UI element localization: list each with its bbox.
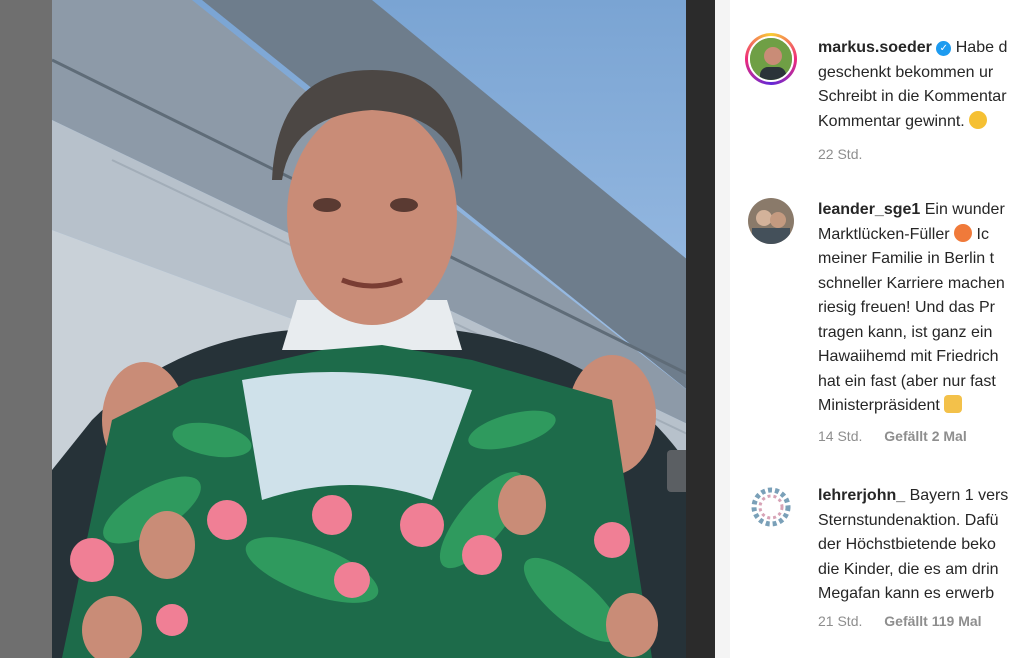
post-caption: markus.soeder ✓ Habe d geschenkt bekomme… <box>745 33 1024 176</box>
comment-item: lehrerjohn_ Bayern 1 vers Sternstundenak… <box>748 484 1024 644</box>
caption-line-4: Kommentar gewinnt. <box>818 112 965 130</box>
caption-text: markus.soeder ✓ Habe d geschenkt bekomme… <box>818 36 1024 134</box>
comment-line-3: meiner Familie in Berlin t <box>818 250 995 267</box>
heart-eyes-emoji-icon <box>954 223 973 242</box>
verified-badge-icon: ✓ <box>936 41 952 56</box>
comment-text: lehrerjohn_ Bayern 1 vers Sternstundenak… <box>818 484 1024 607</box>
beer-emoji-icon <box>944 395 963 413</box>
comment-likes[interactable]: Gefällt 119 Mal <box>884 613 981 629</box>
photo-illustration <box>52 0 700 658</box>
comment-line-9: Ministerpräsident <box>818 397 940 414</box>
avatar-lehrerjohn[interactable] <box>748 484 794 530</box>
avatar-photo-icon <box>748 198 794 244</box>
comment-meta: 14 Std. Gefällt 2 Mal <box>818 428 967 444</box>
comment-line-1: Ein wunder <box>924 201 1005 218</box>
post-photo[interactable] <box>52 0 700 658</box>
panel-gutter <box>715 0 730 658</box>
avatar-leander-sge1[interactable] <box>748 198 794 244</box>
caption-line-2: geschenkt bekommen ur <box>818 63 994 81</box>
comment-text: leander_sge1 Ein wunder Marktlücken-Füll… <box>818 198 1024 419</box>
comment-username[interactable]: leander_sge1 <box>818 201 920 218</box>
comment-line-1: Bayern 1 vers <box>909 487 1009 504</box>
comment-line-8: hat ein fast (aber nur fast <box>818 372 996 390</box>
caption-username[interactable]: markus.soeder <box>818 39 932 56</box>
avatar-wreath-icon <box>748 484 794 530</box>
caption-time[interactable]: 22 Std. <box>818 146 862 162</box>
comment-time[interactable]: 21 Std. <box>818 613 862 629</box>
comment-item: leander_sge1 Ein wunder Marktlücken-Füll… <box>748 198 1024 458</box>
comment-line-4: schneller Karriere machen <box>818 274 1005 292</box>
comment-line-5: riesig freuen! Und das Pr <box>818 299 995 316</box>
comment-likes[interactable]: Gefällt 2 Mal <box>884 428 966 444</box>
comment-line-2: Marktlücken-Füller <box>818 225 950 243</box>
laughing-emoji-icon <box>969 110 988 129</box>
comment-line-2: Sternstundenaktion. Dafü <box>818 511 999 529</box>
comment-line-2-tail: Ic <box>976 225 989 243</box>
caption-line-3: Schreibt in die Kommentar <box>818 88 1007 105</box>
left-sidebar-strip <box>0 0 52 658</box>
comments-panel[interactable]: markus.soeder ✓ Habe d geschenkt bekomme… <box>730 0 1024 658</box>
comment-line-3: der Höchstbietende beko <box>818 536 996 553</box>
comment-line-6: tragen kann, ist ganz ein <box>818 323 993 341</box>
comment-time[interactable]: 14 Std. <box>818 428 862 444</box>
comment-meta: 21 Std. Gefällt 119 Mal <box>818 613 982 629</box>
avatar-portrait-icon <box>750 38 792 80</box>
avatar-markus-soeder[interactable] <box>745 33 797 85</box>
caption-line-1: Habe d <box>955 39 1008 56</box>
caption-meta: 22 Std. <box>818 146 862 162</box>
comment-line-5: Megafan kann es erwerb <box>818 585 995 602</box>
comment-username[interactable]: lehrerjohn_ <box>818 487 905 504</box>
comment-line-4: die Kinder, die es am drin <box>818 560 999 578</box>
comment-line-7: Hawaiihemd mit Friedrich <box>818 348 999 365</box>
